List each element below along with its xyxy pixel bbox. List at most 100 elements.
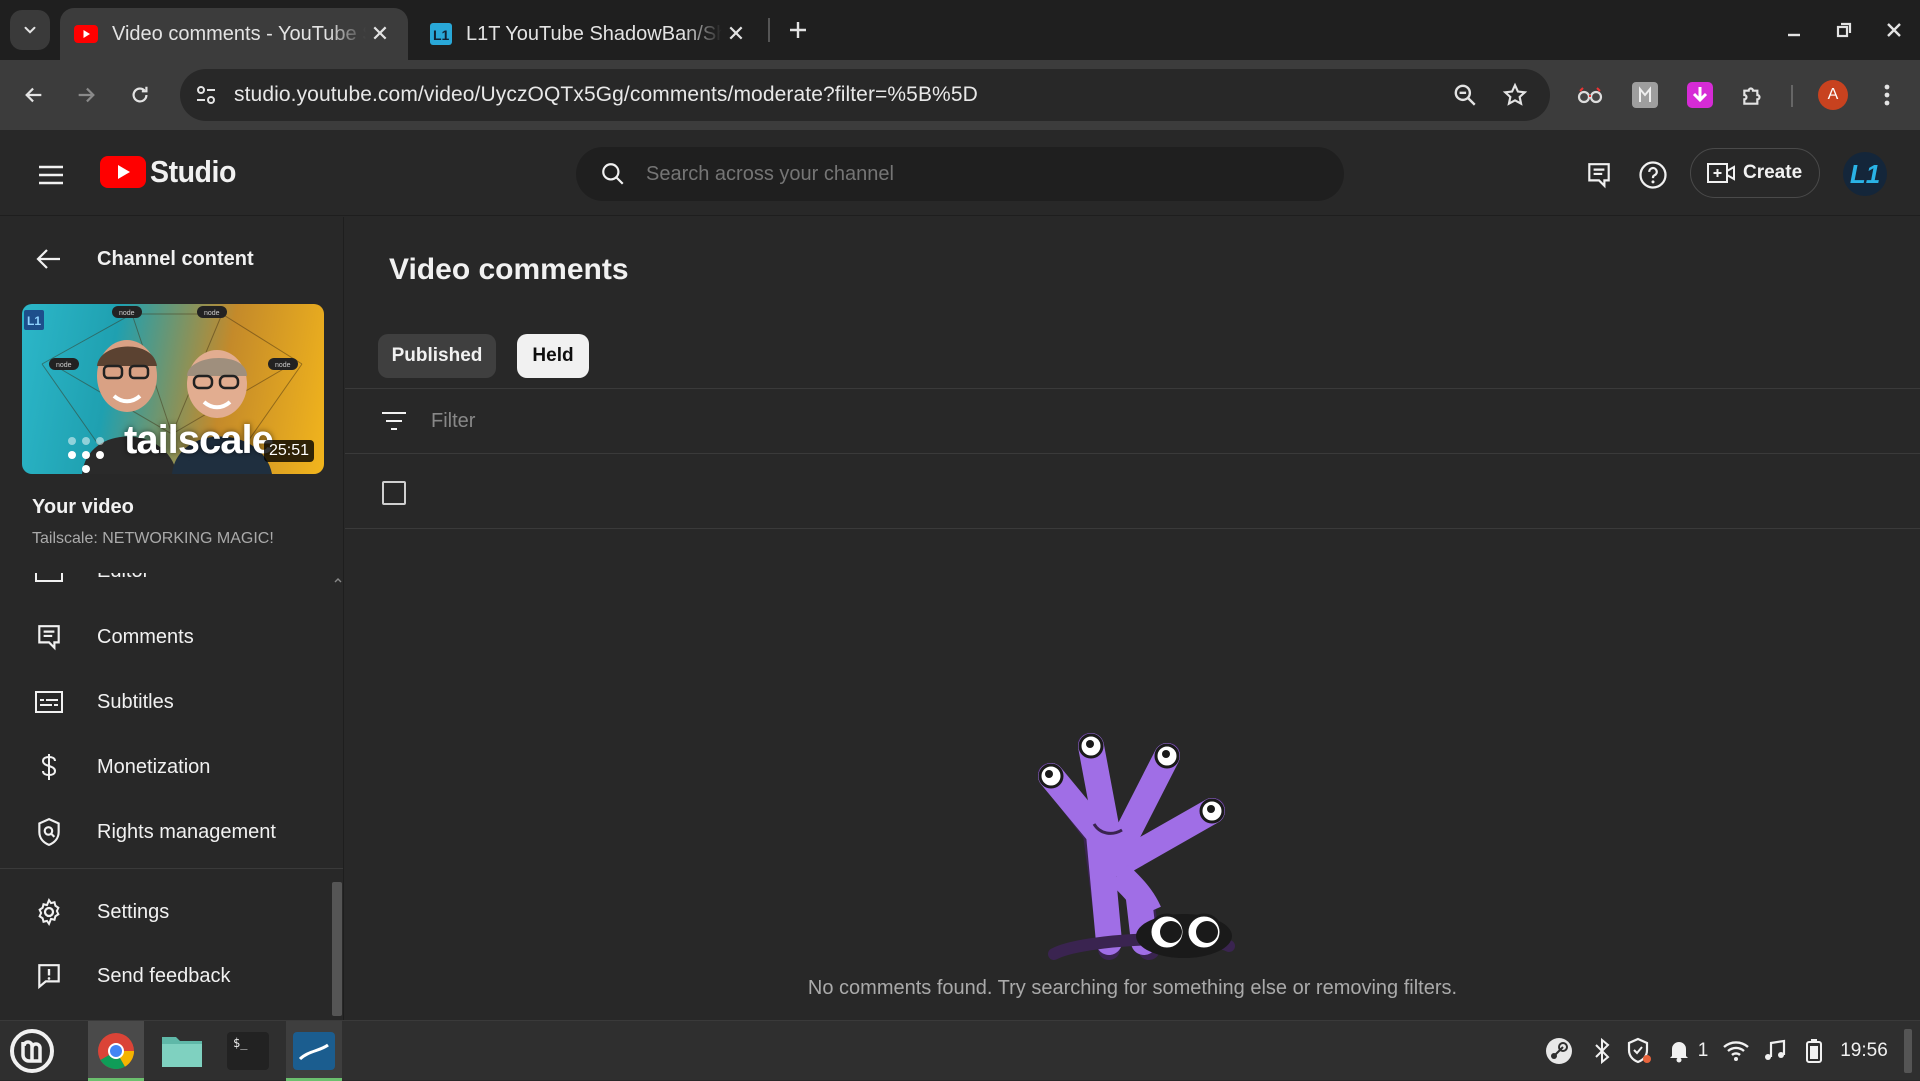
video-title[interactable]: Tailscale: NETWORKING MAGIC!: [32, 530, 274, 548]
hamburger-menu-button[interactable]: [34, 158, 68, 192]
your-video-label: Your video: [32, 496, 134, 518]
bookmark-star-icon[interactable]: [1502, 82, 1528, 108]
mint-menu-button[interactable]: [4, 1021, 60, 1081]
chevron-down-icon: [24, 26, 36, 34]
bluetooth-tray-icon[interactable]: [1590, 1037, 1614, 1065]
feedback-icon: [34, 961, 64, 991]
tab-close-icon[interactable]: ✕: [366, 20, 394, 48]
shield-icon: [34, 817, 64, 847]
window-close-button[interactable]: [1878, 14, 1910, 46]
select-all-checkbox[interactable]: [382, 481, 406, 505]
sidebar-scrollbar[interactable]: [332, 577, 343, 1020]
reload-button[interactable]: [120, 75, 160, 115]
help-button[interactable]: [1636, 158, 1670, 192]
tab-close-icon[interactable]: ✕: [722, 20, 750, 48]
zoom-icon[interactable]: [1452, 82, 1478, 108]
sidebar-scrollbar-thumb[interactable]: [332, 882, 342, 1016]
subtitles-icon: [34, 687, 64, 717]
sidebar-divider: [0, 868, 343, 869]
forward-button[interactable]: [66, 75, 106, 115]
sidebar-item-label: Comments: [97, 625, 194, 648]
tab-divider: [768, 18, 770, 42]
taskbar-chrome[interactable]: [88, 1021, 144, 1081]
clock[interactable]: 19:56: [1834, 1037, 1894, 1065]
svg-text:node: node: [204, 310, 220, 317]
svg-text:$_: $_: [233, 1036, 248, 1050]
steam-tray-icon[interactable]: [1543, 1037, 1575, 1065]
sidebar-item-settings[interactable]: Settings: [0, 882, 330, 942]
filter-bar[interactable]: Filter: [345, 389, 1920, 453]
sidebar-scroll-mask: [0, 563, 330, 573]
create-video-icon: [1707, 163, 1735, 183]
studio-logo[interactable]: Studio: [100, 154, 243, 190]
svg-text:node: node: [56, 362, 72, 369]
sidebar-item-subtitles[interactable]: Subtitles: [0, 672, 330, 732]
notification-count: 1: [1697, 1040, 1709, 1061]
taskbar-terminal[interactable]: $_: [220, 1021, 276, 1081]
tab-search-button[interactable]: [10, 10, 50, 50]
new-tab-button[interactable]: [780, 12, 816, 48]
back-button[interactable]: [14, 75, 54, 115]
notification-tray-icon[interactable]: [1664, 1037, 1694, 1065]
tab-title: L1T YouTube ShadowBan/ShadowDelete: [466, 22, 722, 45]
filter-input[interactable]: Filter: [431, 410, 475, 433]
wifi-tray-icon[interactable]: [1720, 1037, 1752, 1065]
folder-icon: [162, 1037, 202, 1067]
comment-feed-icon: [1588, 163, 1610, 189]
extension-glasses-icon[interactable]: [1575, 80, 1605, 110]
empty-state-message: No comments found. Try searching for som…: [807, 977, 1458, 999]
gear-icon: [34, 897, 64, 927]
show-desktop-button[interactable]: [1904, 1029, 1912, 1073]
back-label: Channel content: [97, 247, 254, 270]
page-title: Video comments: [389, 253, 629, 286]
battery-tray-icon[interactable]: [1800, 1037, 1828, 1065]
site-settings-icon[interactable]: [194, 83, 218, 107]
chrome-menu-icon[interactable]: [1872, 80, 1902, 110]
profile-avatar[interactable]: A: [1818, 80, 1848, 110]
studio-logo-text: Studio: [150, 154, 236, 189]
filter-icon: [382, 412, 406, 430]
taskbar-app-blue[interactable]: [286, 1021, 342, 1081]
thumbnail-brand-text: tailscale: [124, 418, 274, 462]
create-button[interactable]: Create: [1690, 148, 1820, 198]
search-icon: [602, 163, 624, 185]
sidebar-item-label: Rights management: [97, 820, 276, 843]
window-restore-button[interactable]: [1828, 14, 1860, 46]
address-bar[interactable]: studio.youtube.com/video/UyczOQTx5Gg/com…: [180, 69, 1550, 121]
svg-text:node: node: [119, 310, 135, 317]
taskbar-files[interactable]: [154, 1021, 210, 1081]
search-bar[interactable]: [576, 147, 1344, 201]
tab-held[interactable]: Held: [517, 334, 589, 378]
comments-header-button[interactable]: [1582, 158, 1616, 192]
sidebar-item-comments[interactable]: Comments: [0, 607, 330, 667]
video-thumbnail[interactable]: L1 node node node node tailscale 25:51: [22, 304, 324, 474]
music-tray-icon[interactable]: [1760, 1037, 1790, 1065]
sidebar-item-label: Subtitles: [97, 690, 174, 713]
extension-download-icon[interactable]: [1685, 80, 1715, 110]
sidebar: Channel content L1 node node node node t…: [0, 217, 344, 1020]
svg-text:L1: L1: [433, 27, 450, 43]
tab-l1t-shadowban[interactable]: L1 L1T YouTube ShadowBan/ShadowDelete ✕: [416, 8, 764, 60]
terminal-icon: $_: [227, 1032, 269, 1070]
sidebar-back-channel-content[interactable]: Channel content: [0, 229, 330, 289]
extension-gray-icon[interactable]: [1630, 80, 1660, 110]
l1t-favicon-icon: L1: [430, 23, 452, 45]
channel-avatar[interactable]: L1: [1843, 152, 1887, 196]
close-icon: [1887, 23, 1901, 37]
sidebar-item-rights-management[interactable]: Rights management: [0, 802, 330, 862]
sidebar-item-monetization[interactable]: Monetization: [0, 737, 330, 797]
os-taskbar: $_ 1 19:56: [0, 1020, 1920, 1081]
tab-published[interactable]: Published: [378, 334, 496, 378]
shield-tray-icon[interactable]: [1624, 1037, 1654, 1065]
main-content: Video comments Published Held Filter No …: [345, 217, 1920, 1020]
studio-header: Studio Create L1: [0, 130, 1920, 216]
window-minimize-button[interactable]: [1778, 14, 1810, 46]
youtube-logo-icon: [100, 156, 146, 188]
minimize-icon: [1788, 33, 1800, 37]
browser-tab-strip: Video comments - YouTube Studio ✕ L1 L1T…: [0, 0, 1920, 60]
search-input[interactable]: [646, 162, 1246, 186]
tab-video-comments[interactable]: Video comments - YouTube Studio ✕: [60, 8, 408, 60]
extensions-puzzle-icon[interactable]: [1738, 80, 1768, 110]
sidebar-item-send-feedback[interactable]: Send feedback: [0, 946, 330, 1006]
restore-icon: [1836, 22, 1852, 38]
